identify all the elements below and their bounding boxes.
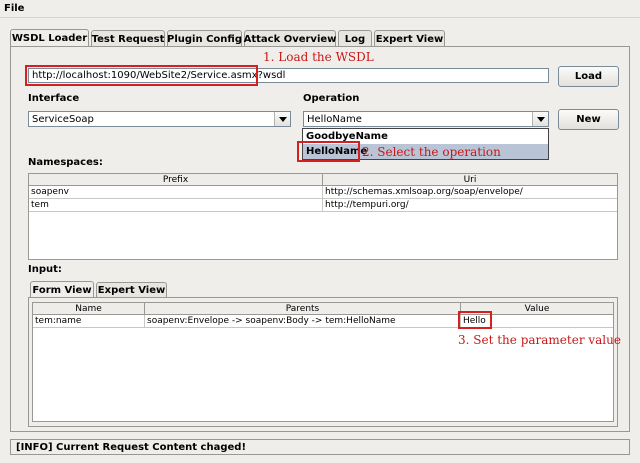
table-cell[interactable]: http://schemas.xmlsoap.org/soap/envelope…: [323, 186, 617, 199]
tab-attack-overview[interactable]: Attack Overview: [244, 30, 336, 47]
annotation-box-wsdl-url: [25, 65, 258, 86]
table-cell[interactable]: tem: [29, 199, 323, 212]
input-table: Name Parents Value tem:name soapenv:Enve…: [32, 302, 614, 422]
chevron-down-icon[interactable]: [274, 112, 290, 126]
input-label: Input:: [28, 264, 62, 275]
table-cell[interactable]: soapenv: [29, 186, 323, 199]
tab-wsdl-loader[interactable]: WSDL Loader: [10, 29, 89, 47]
annotation-step3: 3. Set the parameter value: [458, 333, 621, 347]
tab-test-request[interactable]: Test Request: [91, 30, 165, 47]
tab-input-expert-view[interactable]: Expert View: [96, 282, 167, 298]
table-cell[interactable]: soapenv:Envelope -> soapenv:Body -> tem:…: [145, 315, 461, 328]
operation-select-value: HelloName: [307, 113, 362, 125]
column-header-parents[interactable]: Parents: [145, 303, 461, 315]
table-cell[interactable]: http://tempuri.org/: [323, 199, 617, 212]
tab-expert-view[interactable]: Expert View: [374, 30, 445, 47]
column-header-name[interactable]: Name: [33, 303, 145, 315]
column-header-prefix[interactable]: Prefix: [29, 174, 323, 186]
interface-select-value: ServiceSoap: [32, 113, 94, 125]
tab-plugin-config[interactable]: Plugin Config: [167, 30, 242, 47]
annotation-step2: 2. Select the operation: [362, 145, 501, 159]
annotation-box-operation: [297, 141, 360, 162]
menu-file[interactable]: File: [4, 3, 24, 14]
new-button[interactable]: New: [558, 109, 619, 130]
load-button[interactable]: Load: [558, 66, 619, 87]
namespaces-table: Prefix Uri soapenv http://schemas.xmlsoa…: [28, 173, 618, 260]
tab-log[interactable]: Log: [338, 30, 372, 47]
interface-select[interactable]: ServiceSoap: [28, 111, 291, 127]
status-bar: [INFO] Current Request Content chaged!: [10, 439, 630, 455]
interface-label: Interface: [28, 93, 80, 104]
annotation-box-value: [458, 311, 492, 329]
annotation-step1: 1. Load the WSDL: [263, 50, 374, 64]
operation-select[interactable]: HelloName: [303, 111, 549, 127]
operation-label: Operation: [303, 93, 360, 104]
tab-form-view[interactable]: Form View: [30, 281, 94, 298]
menu-bar: File: [0, 0, 640, 18]
column-header-uri[interactable]: Uri: [323, 174, 617, 186]
namespaces-label: Namespaces:: [28, 157, 103, 168]
table-cell[interactable]: tem:name: [33, 315, 145, 328]
chevron-down-icon[interactable]: [532, 112, 548, 126]
